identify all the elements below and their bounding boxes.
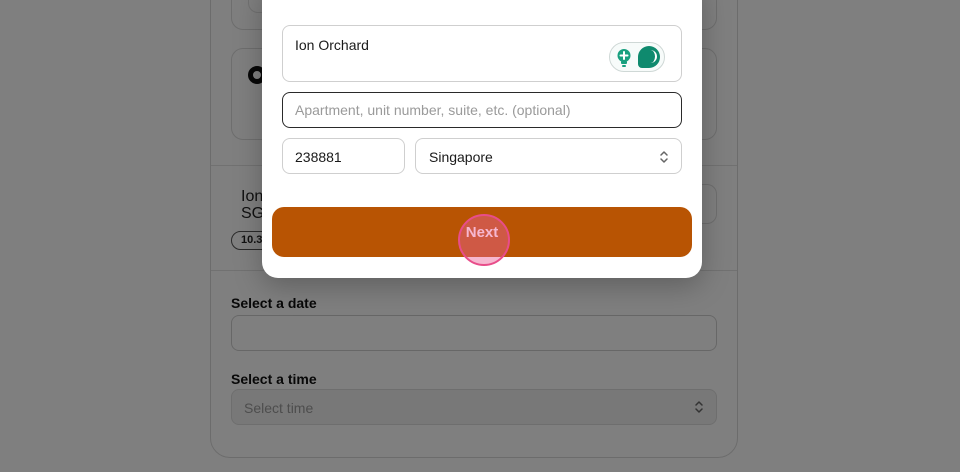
- postal-code-value: 238881: [295, 149, 342, 165]
- address-modal: Ion Orchard 238881 Singapore Next: [262, 0, 702, 278]
- postal-code-input[interactable]: 238881: [282, 138, 405, 174]
- apartment-field[interactable]: [282, 92, 682, 128]
- country-select[interactable]: Singapore: [415, 138, 682, 174]
- next-button-label: Next: [465, 224, 499, 241]
- address-value: Ion Orchard: [295, 37, 369, 53]
- next-button[interactable]: Next: [272, 207, 692, 257]
- chat-bubble-icon: [638, 46, 660, 68]
- country-value: Singapore: [429, 149, 493, 165]
- address-input[interactable]: Ion Orchard: [282, 25, 682, 82]
- apartment-input[interactable]: [295, 93, 665, 126]
- updown-chevron-icon: [660, 151, 668, 163]
- address-assistant[interactable]: [609, 42, 665, 72]
- lightbulb-icon: [617, 49, 631, 67]
